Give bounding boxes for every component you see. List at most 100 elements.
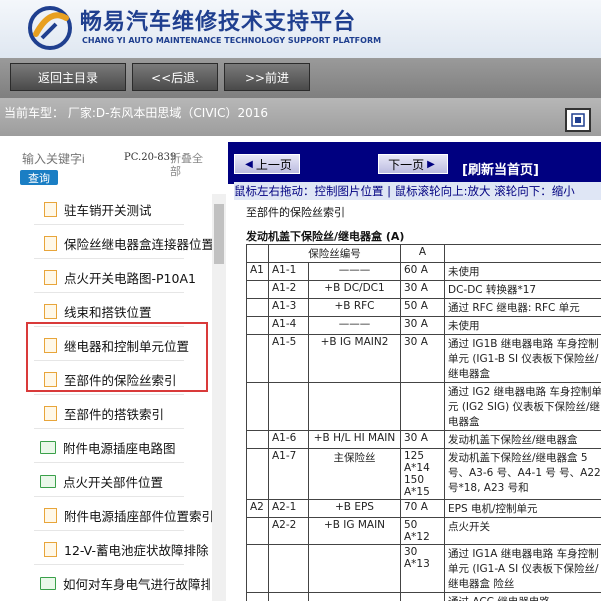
sidebar-scrollbar[interactable]	[212, 194, 226, 601]
table-cell	[246, 592, 269, 601]
table-cell: 发动机盖下保险丝/继电器盒 5 号、A3-6 号、A4-1 号 号、A22 号*…	[444, 448, 601, 500]
current-vehicle-label: 当前车型： 厂家:D-东风本田思域（CIVIC）2016	[4, 106, 269, 120]
file-icon	[44, 507, 57, 523]
brand-title: 畅易汽车维修技术支持平台	[80, 10, 357, 35]
table-cell	[308, 592, 401, 601]
folder-icon	[40, 440, 56, 454]
tree-item[interactable]: 保险丝继电器盒连接器位置	[44, 232, 212, 254]
table-cell	[400, 592, 445, 601]
table-cell	[400, 382, 445, 431]
vehicle-bar: 当前车型： 厂家:D-东风本田思域（CIVIC）2016	[0, 98, 601, 136]
next-page-button[interactable]: 下一页 ▶	[378, 154, 448, 174]
table-cell: 通过 RFC 继电器: RFC 单元	[444, 298, 601, 317]
app-header: 畅易汽车维修技术支持平台 CHANG YI AUTO MAINTENANCE T…	[0, 0, 601, 58]
next-page-label: 下一页	[388, 157, 425, 172]
tree: 驻车销开关测试 保险丝继电器盒连接器位置 点火开关电路图-P10A1 线束和搭铁…	[0, 194, 212, 601]
table-cell: 发动机盖下保险丝/继电器盒	[444, 430, 601, 449]
table-cell: +B EPS	[308, 499, 401, 518]
table-row: A1-7 主保险丝 125 A*14 150 A*15 发动机盖下保险丝/继电器盒 5…	[246, 448, 601, 500]
tree-item-label: 保险丝继电器盒连接器位置	[64, 236, 212, 252]
tree-item[interactable]: 12-V-蓄电池症状故障排除	[44, 538, 212, 560]
tree-item[interactable]: 至部件的搭铁索引	[44, 402, 212, 424]
prev-page-button[interactable]: ◀ 上一页	[234, 154, 300, 174]
table-cell: A2-1	[268, 499, 309, 518]
table-cell: 通过 ACC 继电器电路	[444, 592, 601, 601]
tree-item-label: 附件电源插座部件位置索引	[64, 508, 212, 524]
table-header: 保险丝编号	[268, 244, 401, 263]
doc-title: 至部件的保险丝索引	[246, 206, 345, 219]
table-header	[246, 244, 269, 263]
divider	[34, 496, 184, 497]
file-icon	[44, 405, 57, 421]
scrollbar-thumb[interactable]	[214, 204, 224, 264]
tree-item[interactable]: 附件电源插座部件位置索引	[44, 504, 212, 526]
arrow-right-icon: ▶	[427, 158, 435, 170]
divider	[34, 428, 184, 429]
table-cell: A1-2	[268, 280, 309, 299]
home-button[interactable]: 返回主目录	[10, 63, 126, 91]
vehicle-select-button[interactable]	[565, 108, 591, 132]
table-cell	[268, 592, 309, 601]
collapse-all-link[interactable]: 折叠全部	[170, 152, 210, 178]
table-row: A1-3 +B RFC 50 A 通过 RFC 继电器: RFC 单元	[246, 298, 601, 317]
table-cell: A1-1	[268, 262, 309, 281]
table-cell: 通过 IG1A 继电器电路 车身控制单元 (IG1-A SI 仪表板下保险丝/继…	[444, 544, 601, 593]
tree-folder[interactable]: 如何对车身电气进行故障排除	[40, 572, 210, 594]
table-cell: +B H/L HI MAIN	[308, 430, 401, 449]
file-icon	[44, 269, 57, 285]
table-cell: A2-2	[268, 517, 309, 545]
search-button[interactable]: 查询	[20, 170, 58, 185]
table-cell: +B IG MAIN	[308, 517, 401, 545]
table-cell: A1-6	[268, 430, 309, 449]
table-row: A1-6 +B H/L HI MAIN 30 A 发动机盖下保险丝/继电器盒	[246, 430, 601, 449]
refresh-link[interactable]: [刷新当首页]	[462, 159, 539, 178]
table-cell: 125 A*14 150 A*15	[400, 448, 445, 500]
table-cell: 60 A	[400, 262, 445, 281]
table-row: A1-2 +B DC/DC1 30 A DC-DC 转换器*17	[246, 280, 601, 299]
forward-button[interactable]: >>前进	[224, 63, 310, 91]
tree-folder[interactable]: 点火开关部件位置	[40, 470, 210, 492]
file-icon	[44, 235, 57, 251]
arrow-left-icon: ◀	[245, 158, 253, 170]
table-row: 通过 IG2 继电器电路 车身控制单元 (IG2 SIG) 仪表板下保险丝/继电…	[246, 382, 601, 431]
table-cell: 30 A	[400, 334, 445, 383]
table-cell: 50 A	[400, 298, 445, 317]
divider	[34, 462, 184, 463]
divider	[34, 258, 184, 259]
table-header	[444, 244, 601, 263]
table-cell: 50 A*12	[400, 517, 445, 545]
table-cell: 30 A	[400, 280, 445, 299]
fuse-table: 保险丝编号 A A1 A1-1 ——— 60 A 未使用 A1-2 +B DC/DC1 30 …	[246, 244, 601, 601]
table-cell	[308, 382, 401, 431]
table-cell	[308, 544, 401, 593]
tree-item[interactable]: 点火开关电路图-P10A1	[44, 266, 212, 288]
file-icon	[44, 201, 57, 217]
search-input[interactable]	[22, 150, 122, 168]
table-row: 通过 ACC 继电器电路	[246, 592, 601, 601]
pc-label: PC.20-839	[124, 152, 177, 163]
table-cell: 30 A*13	[400, 544, 445, 593]
table-cell: A2	[246, 499, 269, 518]
document-image[interactable]: 至部件的保险丝索引 发动机盖下保险丝/继电器盒 (A) 保险丝编号 A A1 A1…	[246, 204, 601, 601]
folder-icon	[40, 576, 56, 590]
table-cell: 未使用	[444, 262, 601, 281]
folder-icon	[40, 474, 56, 488]
tree-item-label: 点火开关电路图-P10A1	[64, 270, 196, 286]
tree-folder[interactable]: 附件电源插座电路图	[40, 436, 210, 458]
table-cell: ———	[308, 316, 401, 335]
table-cell: A1-4	[268, 316, 309, 335]
logo-icon	[28, 6, 72, 50]
back-button[interactable]: <<后退.	[132, 63, 218, 91]
table-cell: 30 A	[400, 430, 445, 449]
table-row: A1-4 ——— 30 A 未使用	[246, 316, 601, 335]
divider	[34, 394, 184, 395]
tree-item[interactable]: 线束和搭铁位置	[44, 300, 212, 322]
usage-hint: 鼠标左右拖动：控制图片位置 | 鼠标滚轮向上:放大 滚轮向下：缩小	[234, 182, 601, 200]
tree-item-label: 驻车销开关测试	[64, 202, 152, 218]
page-toolbar: ◀ 上一页 下一页 ▶ [刷新当首页]	[228, 142, 601, 184]
expand-icon	[571, 113, 585, 127]
tree-item[interactable]: 驻车销开关测试	[44, 198, 212, 220]
table-row: A1 A1-1 ——— 60 A 未使用	[246, 262, 601, 281]
table-row: A2 A2-1 +B EPS 70 A EPS 电机/控制单元	[246, 499, 601, 518]
table-cell	[246, 544, 269, 593]
